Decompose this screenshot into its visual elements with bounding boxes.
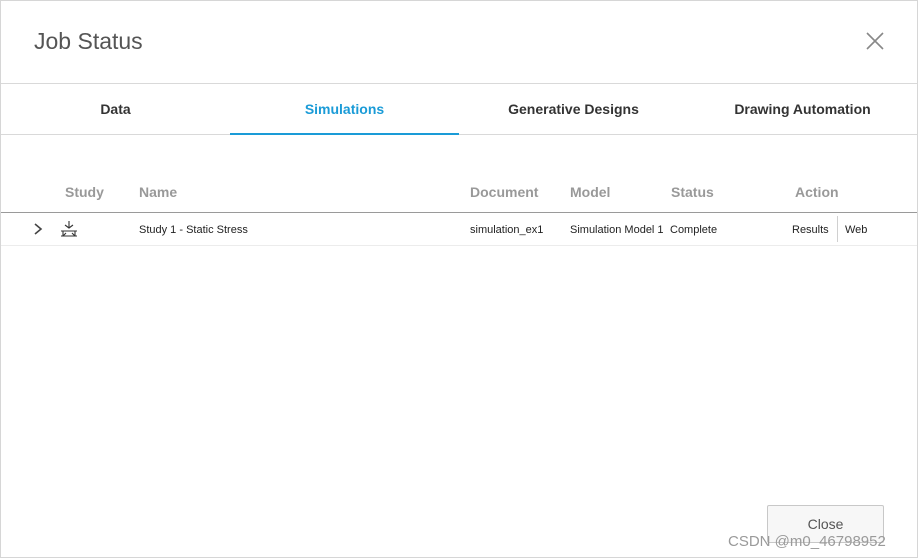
- column-header-model: Model: [570, 184, 611, 200]
- watermark: CSDN @m0_46798952: [728, 533, 886, 550]
- action-divider: [837, 216, 838, 242]
- tab-generative-designs[interactable]: Generative Designs: [459, 84, 688, 134]
- static-stress-icon: [60, 220, 78, 238]
- column-header-name: Name: [139, 184, 178, 200]
- column-header-status: Status: [671, 184, 714, 200]
- web-link[interactable]: Web: [845, 224, 867, 236]
- status-value: Complete: [670, 224, 718, 236]
- table-header: Study Name Document Model Status Action: [1, 176, 917, 213]
- tab-bar: Data Simulations Generative Designs Draw…: [1, 84, 917, 135]
- dialog-title: Job Status: [34, 28, 143, 54]
- column-header-study: Study: [65, 184, 104, 200]
- document-name: simulation_ex1: [470, 224, 544, 236]
- chevron-right-icon[interactable]: [32, 222, 44, 236]
- column-header-document: Document: [470, 184, 539, 200]
- close-icon[interactable]: [865, 31, 885, 51]
- tab-drawing-automation[interactable]: Drawing Automation: [688, 84, 917, 134]
- tab-data[interactable]: Data: [1, 84, 230, 134]
- study-name: Study 1 - Static Stress: [139, 224, 248, 236]
- model-name: Simulation Model 1: [570, 224, 664, 236]
- tab-simulations[interactable]: Simulations: [230, 84, 459, 135]
- job-status-dialog: Job Status Data Simulations Generative D…: [0, 0, 918, 558]
- column-header-action: Action: [795, 184, 839, 200]
- dialog-header: Job Status: [1, 1, 917, 84]
- results-link[interactable]: Results: [792, 224, 829, 236]
- table-row: Study 1 - Static Stress simulation_ex1 S…: [1, 213, 917, 246]
